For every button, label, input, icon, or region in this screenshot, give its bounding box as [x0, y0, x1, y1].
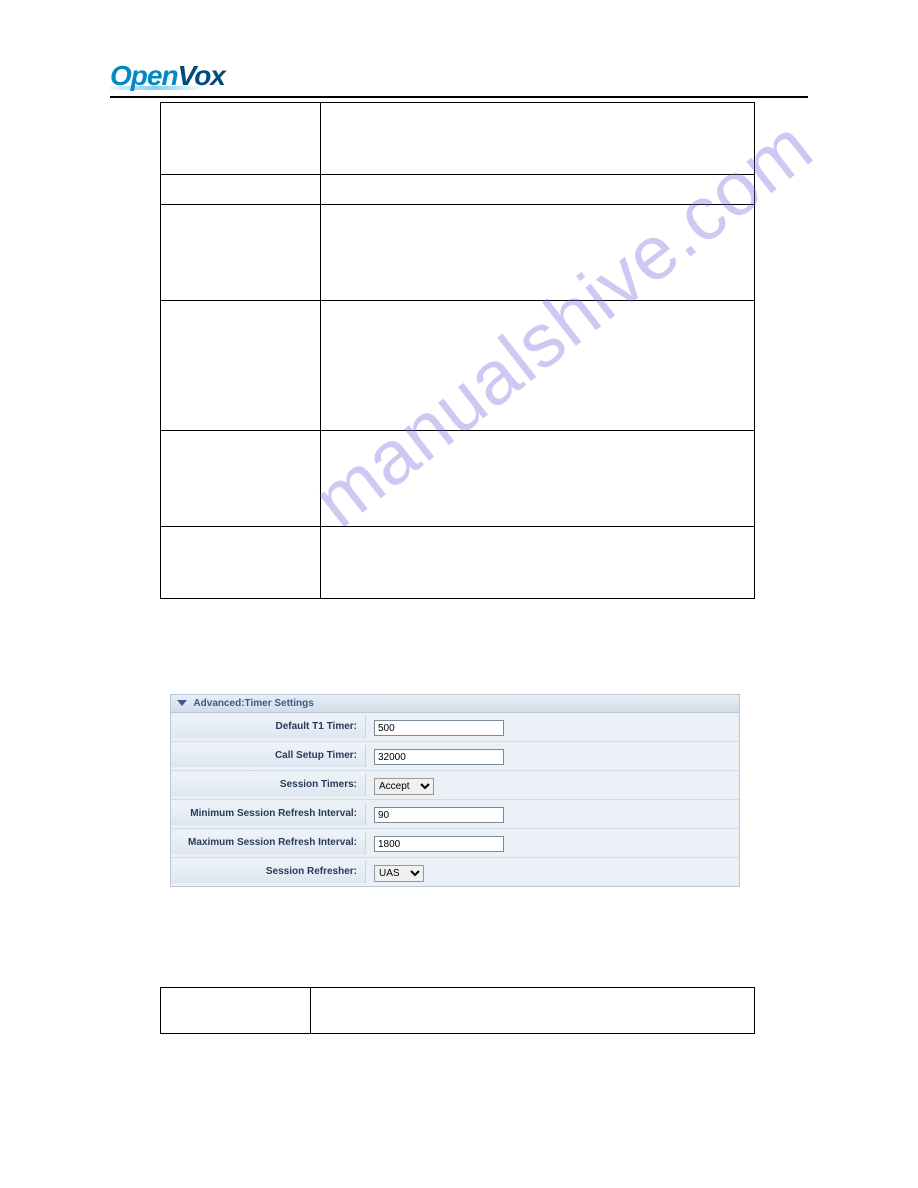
panel-body: Default T1 Timer: Call Setup Timer: Sess…: [171, 713, 739, 886]
form-label: Call Setup Timer:: [171, 745, 366, 767]
logo-vox: Vox: [178, 60, 225, 91]
form-row-call-setup-timer: Call Setup Timer:: [171, 742, 739, 771]
form-control: [366, 805, 739, 824]
upper-table: [160, 102, 755, 599]
table-cell: [320, 527, 754, 599]
table-cell: [161, 301, 321, 431]
panel-header[interactable]: Advanced:Timer Settings: [171, 695, 739, 713]
table-cell: [310, 988, 754, 1034]
form-control: [366, 834, 739, 853]
table-cell: [161, 527, 321, 599]
table-cell: [320, 301, 754, 431]
call-setup-timer-input[interactable]: [374, 749, 504, 765]
table-cell: [320, 205, 754, 301]
form-row-session-refresher: Session Refresher: UAS: [171, 858, 739, 886]
table-cell: [161, 175, 321, 205]
form-label: Default T1 Timer:: [171, 716, 366, 738]
form-row-max-session-refresh: Maximum Session Refresh Interval:: [171, 829, 739, 858]
form-label: Maximum Session Refresh Interval:: [171, 832, 366, 854]
panel-header-text: Advanced:Timer Settings: [193, 698, 313, 709]
form-label: Session Timers:: [171, 774, 366, 796]
form-label: Session Refresher:: [171, 861, 366, 883]
max-session-refresh-input[interactable]: [374, 836, 504, 852]
default-t1-timer-input[interactable]: [374, 720, 504, 736]
table-cell: [161, 103, 321, 175]
form-control: [366, 718, 739, 737]
form-row-min-session-refresh: Minimum Session Refresh Interval:: [171, 800, 739, 829]
table-cell: [320, 103, 754, 175]
session-refresher-select[interactable]: UAS: [374, 865, 424, 882]
table-cell: [161, 431, 321, 527]
header-divider: [110, 96, 808, 98]
timer-settings-panel: Advanced:Timer Settings Default T1 Timer…: [170, 694, 740, 887]
min-session-refresh-input[interactable]: [374, 807, 504, 823]
form-label: Minimum Session Refresh Interval:: [171, 803, 366, 825]
table-cell: [320, 431, 754, 527]
table-cell: [161, 205, 321, 301]
form-control: [366, 747, 739, 766]
logo-open: Open: [110, 60, 178, 91]
form-control: UAS: [366, 863, 739, 882]
form-row-default-t1-timer: Default T1 Timer:: [171, 713, 739, 742]
form-row-session-timers: Session Timers: Accept: [171, 771, 739, 800]
logo: OpenVox: [110, 60, 225, 90]
table-cell: [161, 988, 311, 1034]
lower-table: [160, 987, 755, 1034]
table-cell: [320, 175, 754, 205]
form-control: Accept: [366, 776, 739, 795]
chevron-down-icon: [177, 700, 187, 706]
session-timers-select[interactable]: Accept: [374, 778, 434, 795]
